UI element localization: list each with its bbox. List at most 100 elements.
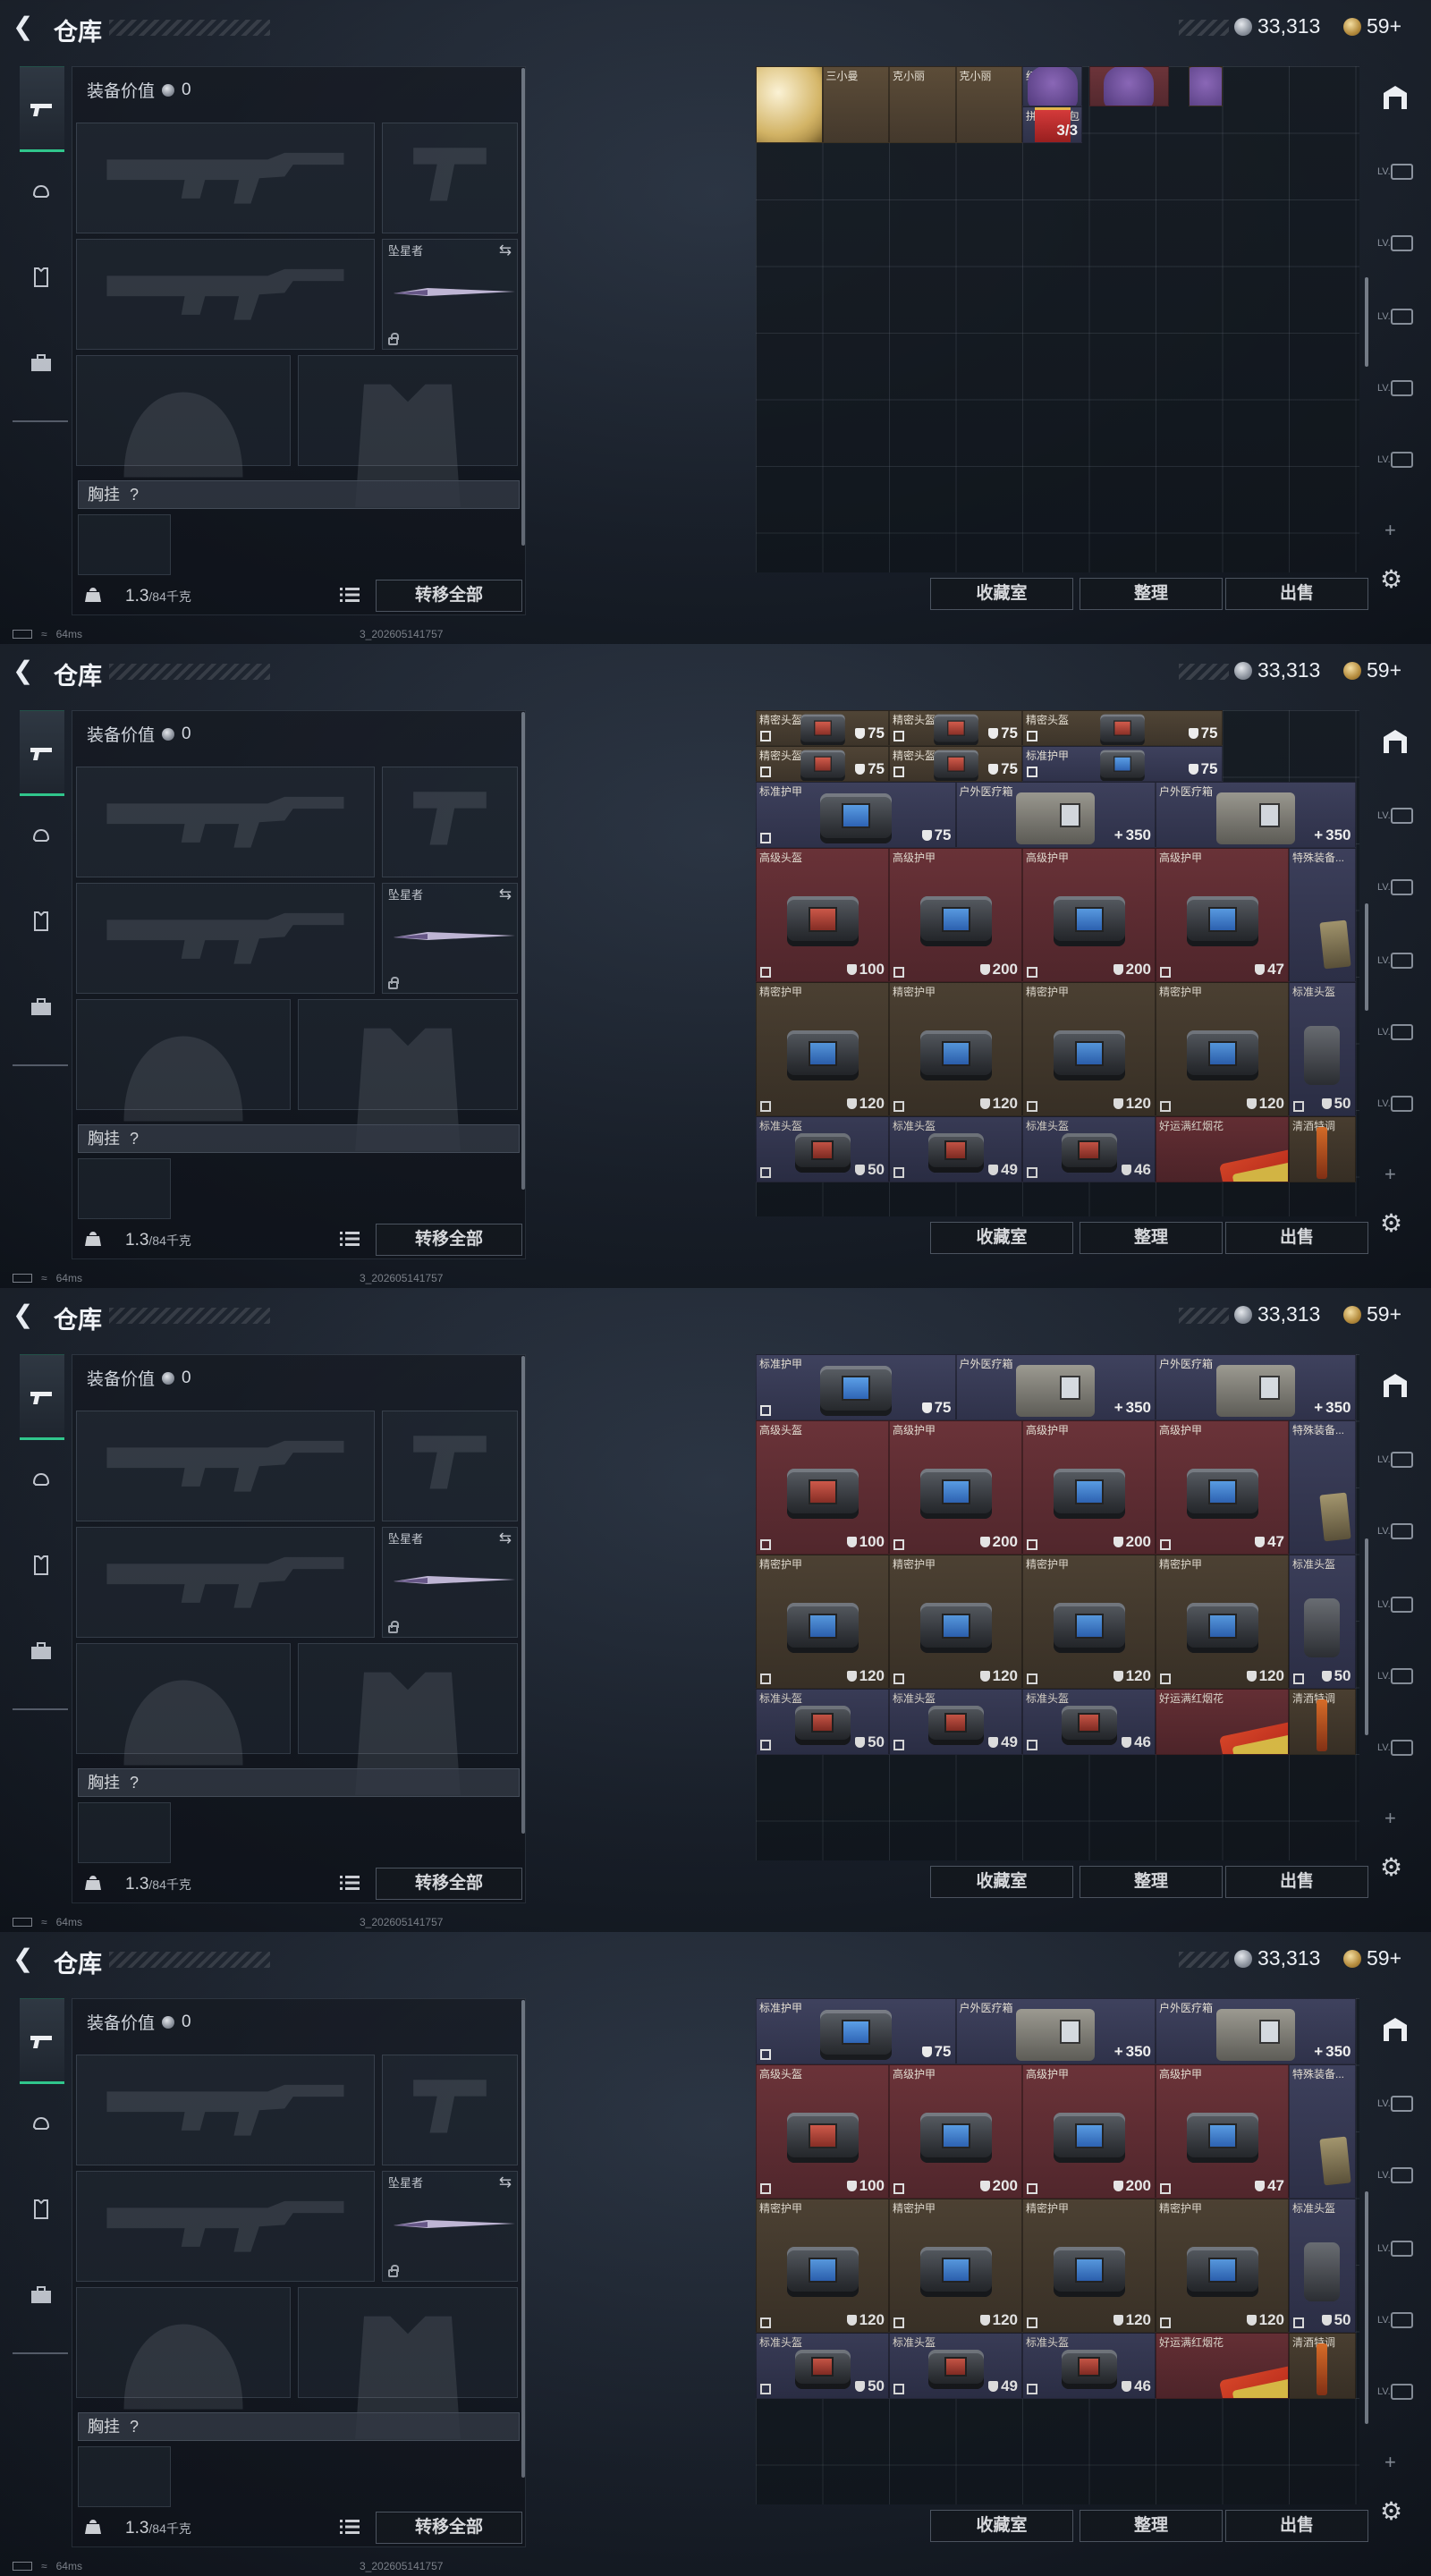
storage-item[interactable]: 精密头盔 75 (756, 710, 889, 746)
settings-gear-icon[interactable]: ⚙ (1380, 567, 1405, 592)
melee-slot[interactable]: 坠星者 ⇆ (382, 1527, 518, 1638)
storage-item[interactable]: 好运满红烟花 (1156, 1116, 1289, 1182)
help-icon[interactable]: ? (130, 486, 139, 504)
storage-item[interactable]: 红运福袋 (1022, 66, 1083, 106)
storage-item[interactable]: 黄金足球 (756, 66, 823, 143)
melee-slot[interactable]: 坠星者 ⇆ (382, 2171, 518, 2282)
equipment-scrollbar[interactable] (521, 2000, 525, 2478)
silver-currency[interactable]: 33,313 (1234, 1946, 1320, 1970)
storage-item[interactable]: 高级护甲 47 (1156, 1420, 1289, 1555)
storage-item[interactable]: 特殊装备... (1289, 2064, 1356, 2199)
chest-rig-header[interactable]: 胸挂 ? (78, 1768, 520, 1797)
back-arrow-icon[interactable]: ❮ (13, 14, 39, 41)
storage-item[interactable]: 拼手气红包3/3 (1022, 106, 1083, 143)
primary-weapon-slot[interactable] (76, 123, 375, 233)
storage-page-6[interactable]: LV. (1377, 1088, 1413, 1120)
storage-item[interactable]: 清酒特调 (1289, 2333, 1356, 2399)
storage-page-5[interactable]: LV. (1377, 1660, 1413, 1692)
tab-helmet[interactable] (20, 816, 63, 855)
storage-item[interactable]: 标准头盔 50 (1289, 2199, 1356, 2333)
melee-slot[interactable]: 坠星者 ⇆ (382, 239, 518, 350)
storage-item[interactable]: 高级头盔 100 (756, 1420, 889, 1555)
chest-rig-slot[interactable] (78, 514, 171, 575)
armor-slot[interactable] (298, 1643, 518, 1795)
storage-page-4[interactable]: LV. (1377, 1589, 1413, 1621)
helmet-slot[interactable] (76, 1643, 291, 1766)
silver-currency[interactable]: 33,313 (1234, 658, 1320, 682)
tab-helmet[interactable] (20, 172, 63, 211)
back-arrow-icon[interactable]: ❮ (13, 1302, 39, 1329)
storage-item[interactable]: 标准头盔 50 (1289, 1555, 1356, 1689)
storage-item[interactable]: 好运满红烟花 (1156, 1689, 1289, 1755)
swap-icon[interactable]: ⇆ (499, 242, 512, 259)
storage-item[interactable]: 高级护甲 200 (889, 2064, 1022, 2199)
storage-item[interactable]: 精密护甲 120 (1156, 982, 1289, 1116)
warehouse-scrollbar[interactable] (1365, 2191, 1368, 2424)
organize-button[interactable]: 整理 (1080, 1866, 1223, 1898)
organize-button[interactable]: 整理 (1080, 1222, 1223, 1254)
warehouse-grid[interactable]: 精密头盔75精密头盔75精密头盔75精密头盔75精密头盔75标准护甲75标准护甲… (756, 1998, 1359, 2504)
armor-slot[interactable] (298, 999, 518, 1151)
collection-room-button[interactable]: 收藏室 (930, 1866, 1073, 1898)
helmet-slot[interactable] (76, 355, 291, 478)
chest-rig-header[interactable]: 胸挂 ? (78, 1124, 520, 1153)
settings-gear-icon[interactable]: ⚙ (1380, 1855, 1405, 1880)
tab-helmet[interactable] (20, 2104, 63, 2143)
gold-currency[interactable]: 59+ (1343, 1946, 1401, 1970)
chest-rig-slot[interactable] (78, 1802, 171, 1863)
storage-item[interactable] (1088, 66, 1169, 106)
storage-page-5[interactable]: LV. (1377, 1016, 1413, 1048)
secondary-weapon-slot[interactable] (76, 239, 375, 350)
storage-item[interactable]: 标准头盔 49 (889, 1116, 1022, 1182)
list-icon[interactable] (340, 1231, 360, 1247)
storage-item[interactable]: 三小曼 (822, 66, 889, 143)
primary-weapon-slot[interactable] (76, 1411, 375, 1521)
equipment-scrollbar[interactable] (521, 68, 525, 546)
sell-button[interactable]: 出售 (1225, 1222, 1368, 1254)
primary-weapon-slot[interactable] (76, 767, 375, 877)
help-icon[interactable]: ? (130, 2418, 139, 2436)
storage-item[interactable]: 标准头盔 50 (756, 2333, 889, 2399)
storage-item[interactable]: 克小丽 (889, 66, 956, 143)
storage-item[interactable]: 克小丽 (955, 66, 1022, 143)
sidearm-slot[interactable] (382, 767, 518, 877)
sidearm-slot[interactable] (382, 123, 518, 233)
swap-icon[interactable]: ⇆ (499, 886, 512, 903)
equipment-scrollbar[interactable] (521, 1356, 525, 1834)
primary-weapon-slot[interactable] (76, 2055, 375, 2165)
storage-item[interactable]: 标准头盔 46 (1022, 2333, 1156, 2399)
storage-tab[interactable] (1377, 2012, 1413, 2045)
storage-page-5[interactable]: LV. (1377, 372, 1413, 404)
storage-page-3[interactable]: LV. (1377, 2159, 1413, 2191)
storage-item[interactable]: 高级头盔 100 (756, 848, 889, 982)
add-page-icon[interactable]: + (1384, 2451, 1396, 2474)
gold-currency[interactable]: 59+ (1343, 1302, 1401, 1326)
transfer-all-button[interactable]: 转移全部 (376, 580, 522, 612)
storage-item[interactable]: 特殊装备... (1289, 1420, 1356, 1555)
tab-weapons[interactable] (20, 1998, 64, 2084)
tab-bag[interactable] (20, 987, 63, 1027)
chest-rig-slot[interactable] (78, 1158, 171, 1219)
storage-item[interactable]: 精密护甲 120 (889, 2199, 1022, 2333)
collection-room-button[interactable]: 收藏室 (930, 1222, 1073, 1254)
organize-button[interactable]: 整理 (1080, 2510, 1223, 2542)
storage-item[interactable]: 精密头盔 75 (889, 746, 1022, 782)
tab-weapons[interactable] (20, 66, 64, 152)
tab-helmet[interactable] (20, 1460, 63, 1499)
storage-item[interactable]: 高级头盔 100 (756, 2064, 889, 2199)
settings-gear-icon[interactable]: ⚙ (1380, 1211, 1405, 1236)
chest-rig-header[interactable]: 胸挂 ? (78, 480, 520, 509)
storage-item[interactable]: 标准头盔 50 (1289, 982, 1356, 1116)
storage-page-5[interactable]: LV. (1377, 2304, 1413, 2336)
storage-item[interactable]: 精密护甲 120 (1022, 2199, 1156, 2333)
storage-item[interactable]: 高级护甲 47 (1156, 2064, 1289, 2199)
sidearm-slot[interactable] (382, 2055, 518, 2165)
tab-weapons[interactable] (20, 710, 64, 796)
storage-item[interactable]: 高级护甲 47 (1156, 848, 1289, 982)
swap-icon[interactable]: ⇆ (499, 1530, 512, 1547)
armor-slot[interactable] (298, 2287, 518, 2439)
storage-item[interactable] (1189, 66, 1223, 106)
helmet-slot[interactable] (76, 999, 291, 1122)
transfer-all-button[interactable]: 转移全部 (376, 1224, 522, 1256)
collection-room-button[interactable]: 收藏室 (930, 2510, 1073, 2542)
